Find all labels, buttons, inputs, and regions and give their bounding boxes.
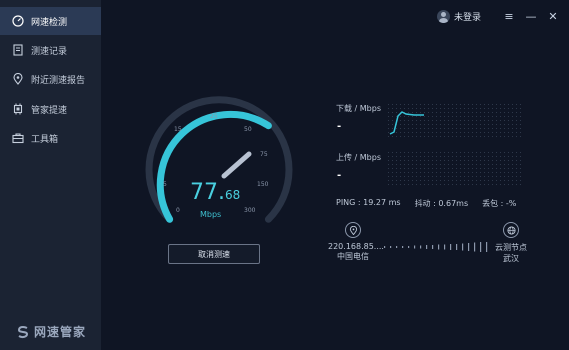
gauge-needle	[221, 151, 252, 179]
sidebar-item-label: 附近测速报告	[31, 75, 86, 86]
download-label: 下载 / Mbps	[336, 104, 382, 113]
speedometer-icon	[12, 15, 24, 27]
download-value: -	[337, 121, 342, 132]
globe-icon	[503, 222, 519, 238]
speed-fraction: 68	[225, 188, 241, 202]
location-pin-icon	[12, 73, 24, 85]
tick-label: 75	[260, 151, 268, 158]
login-label: 未登录	[453, 13, 481, 23]
title-bar: 未登录 ≡ — ✕	[436, 10, 559, 23]
document-icon	[12, 44, 24, 56]
sidebar-item-speed-records[interactable]: 测速记录	[0, 36, 101, 64]
sidebar-item-nearby-report[interactable]: 附近测速报告	[0, 65, 101, 93]
sidebar-item-boost[interactable]: 管家提速	[0, 95, 101, 123]
local-ip: 220.168.85....	[328, 242, 384, 251]
brand-logo: 网速管家	[16, 323, 86, 340]
network-stats: PING : 19.27 ms 抖动 : 0.67ms 丢包 : -%	[336, 198, 530, 209]
upload-graph	[388, 152, 524, 186]
sidebar-item-speed-test[interactable]: 网速检测	[0, 7, 101, 35]
remote-node-city: 武汉	[503, 254, 519, 263]
jitter-value: 抖动 : 0.67ms	[414, 199, 469, 208]
local-isp: 中国电信	[337, 252, 369, 261]
close-icon[interactable]: ✕	[547, 10, 559, 23]
speed-readout: 77.68	[190, 180, 240, 205]
upload-label: 上传 / Mbps	[336, 153, 382, 162]
speed-unit: Mbps	[200, 210, 222, 219]
download-graph	[388, 104, 524, 138]
remote-node: 云测节点 武汉	[488, 222, 534, 264]
speed-integer: 77.	[190, 180, 225, 205]
tick-label: 50	[244, 126, 252, 133]
tick-label: 300	[244, 207, 256, 214]
sidebar: 网速检测 测速记录 附近测速报告 管家提速 工具箱 网速管家	[0, 0, 101, 350]
speed-gauge: 0 5 15 25 50 75 150 300	[136, 94, 293, 244]
brand-s-icon	[17, 325, 29, 338]
ping-value: PING : 19.27 ms	[336, 198, 401, 207]
brand-name: 网速管家	[34, 325, 87, 339]
location-pin-icon	[345, 222, 361, 238]
sidebar-item-label: 工具箱	[31, 134, 59, 145]
sidebar-item-label: 管家提速	[31, 105, 68, 116]
remote-node-label: 云测节点	[495, 243, 527, 252]
chip-icon	[12, 103, 24, 115]
local-node: 220.168.85.... 中国电信	[328, 222, 384, 262]
route-indicator	[384, 242, 488, 252]
minimize-icon[interactable]: —	[525, 10, 537, 23]
login-button[interactable]: 未登录	[436, 10, 481, 23]
upload-value: -	[337, 170, 342, 181]
tick-label: 0	[176, 207, 180, 214]
menu-icon[interactable]: ≡	[503, 10, 515, 23]
sidebar-item-label: 网速检测	[31, 17, 68, 28]
packet-loss-value: 丢包 : -%	[482, 199, 517, 208]
sidebar-item-toolbox[interactable]: 工具箱	[0, 124, 101, 152]
sidebar-item-label: 测速记录	[31, 46, 68, 57]
app-window: 网速检测 测速记录 附近测速报告 管家提速 工具箱 网速管家 未登录 ≡ — ✕…	[0, 0, 569, 350]
cancel-test-button[interactable]: 取消测速	[168, 244, 260, 264]
avatar	[436, 10, 450, 23]
tick-label: 5	[163, 181, 167, 188]
toolbox-icon	[12, 132, 24, 144]
tick-label: 150	[257, 181, 269, 188]
tick-label: 25	[210, 113, 218, 120]
tick-label: 15	[174, 126, 182, 133]
